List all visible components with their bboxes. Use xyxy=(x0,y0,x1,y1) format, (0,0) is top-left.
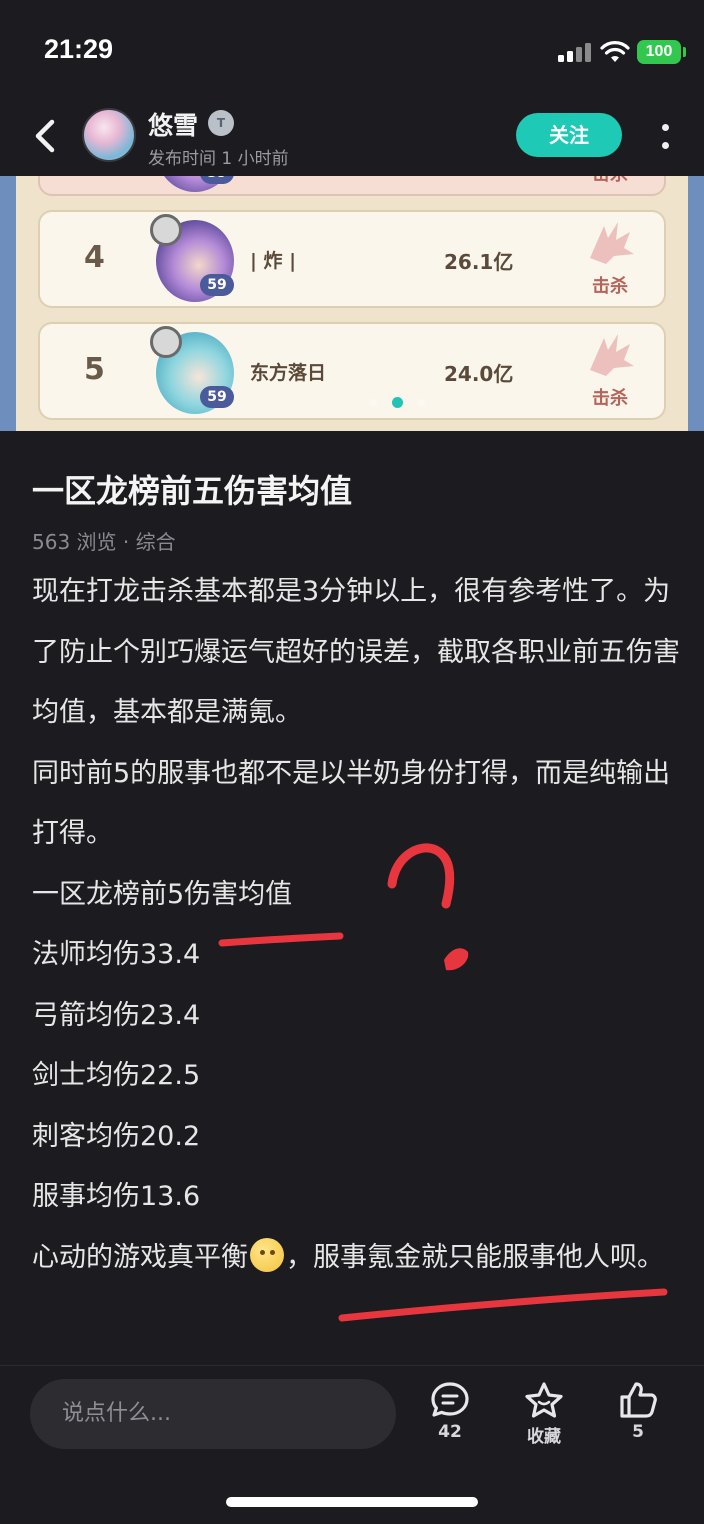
author-avatar[interactable] xyxy=(82,108,136,162)
paragraph: 同时前5的服事也都不是以半奶身份打得，而是纯输出打得。 xyxy=(32,757,671,850)
follow-button[interactable]: 关注 xyxy=(516,113,622,157)
rank-row: 59 击杀 xyxy=(38,176,666,196)
player-level: 59 xyxy=(200,386,234,408)
post-title: 一区龙榜前五伤害均值 xyxy=(32,472,353,510)
paragraph: 一区龙榜前5伤害均值 xyxy=(32,878,293,910)
publish-time: 发布时间 1 小时前 xyxy=(148,149,289,169)
thumbs-up-icon xyxy=(620,1382,657,1418)
status-bar: 21:29 100 xyxy=(0,0,704,100)
carousel-dot[interactable] xyxy=(418,399,425,406)
smile-emoji-icon xyxy=(250,1237,284,1272)
favorite-button[interactable]: 收藏 xyxy=(509,1380,579,1460)
kill-label: 击杀 xyxy=(592,388,628,409)
player-level: 59 xyxy=(200,274,234,296)
rank-number: 5 xyxy=(84,352,105,387)
level-badge: T xyxy=(208,110,234,136)
wifi-icon xyxy=(600,41,630,62)
damage-value: 26.1亿 xyxy=(444,250,514,274)
battery-indicator: 100 xyxy=(637,40,681,64)
battery-cap xyxy=(683,47,686,57)
comment-button[interactable]: 42 xyxy=(415,1380,485,1460)
comment-input[interactable]: 说点什么... xyxy=(30,1379,396,1449)
text-before-emoji: 心动的游戏真平衡 xyxy=(32,1241,248,1273)
paragraph: 弓箭均伤23.4 xyxy=(32,999,201,1031)
text-after-emoji: ，服事氪金就只能服事他人呗。 xyxy=(286,1241,664,1273)
carousel-dot[interactable] xyxy=(370,399,377,406)
like-button[interactable]: 5 xyxy=(603,1380,673,1460)
rank-row: 4 59 | 炸 | 26.1亿 击杀 xyxy=(38,210,666,308)
rank-number: 4 xyxy=(84,240,105,275)
favorite-label: 收藏 xyxy=(527,1427,561,1447)
kill-label: 击杀 xyxy=(592,176,628,186)
player-name: | 炸 | xyxy=(250,250,297,272)
paragraph-last: 心动的游戏真平衡 ，服事氪金就只能服事他人呗。 xyxy=(32,1228,682,1289)
status-time: 21:29 xyxy=(44,34,114,64)
player-level: 59 xyxy=(200,176,234,184)
paragraph: 法师均伤33.4 xyxy=(32,939,201,970)
post-header: 悠雪 T 发布时间 1 小时前 关注 xyxy=(0,100,704,176)
comments-count: 42 xyxy=(438,1422,462,1442)
post-body: 现在打龙击杀基本都是3分钟以上，很有参考性了。为了防止个别巧爆运气超好的误差，截… xyxy=(32,562,682,1288)
paragraph: 现在打龙击杀基本都是3分钟以上，很有参考性了。为了防止个别巧爆运气超好的误差，截… xyxy=(32,576,680,728)
paragraph: 刺客均伤20.2 xyxy=(32,1120,201,1152)
post-image-carousel[interactable]: 59 击杀 4 59 | 炸 | 26.1亿 击杀 5 59 东方落日 24.0… xyxy=(0,176,704,431)
kill-icon xyxy=(590,334,634,376)
paragraph: 剑士均伤22.5 xyxy=(32,1060,201,1091)
kill-icon xyxy=(590,222,634,264)
likes-count: 5 xyxy=(632,1422,644,1442)
player-name: 东方落日 xyxy=(250,362,327,384)
paragraph: 服事均伤13.6 xyxy=(32,1181,201,1212)
signal-icon xyxy=(558,42,592,62)
emblem-icon xyxy=(150,214,182,246)
carousel-dot-active[interactable] xyxy=(392,397,403,408)
kill-label: 击杀 xyxy=(592,276,628,297)
damage-value: 24.0亿 xyxy=(444,362,514,386)
rank-panel: 59 击杀 4 59 | 炸 | 26.1亿 击杀 5 59 东方落日 24.0… xyxy=(16,176,688,431)
home-indicator[interactable] xyxy=(226,1497,478,1507)
author-name[interactable]: 悠雪 xyxy=(148,106,198,142)
emblem-icon xyxy=(150,326,182,358)
comment-icon xyxy=(431,1382,469,1417)
post-meta: 563 浏览 · 综合 xyxy=(32,530,176,554)
back-icon[interactable] xyxy=(28,112,68,160)
star-icon xyxy=(525,1382,563,1418)
more-icon[interactable] xyxy=(658,120,672,154)
rank-row: 5 59 东方落日 24.0亿 击杀 xyxy=(38,322,666,420)
